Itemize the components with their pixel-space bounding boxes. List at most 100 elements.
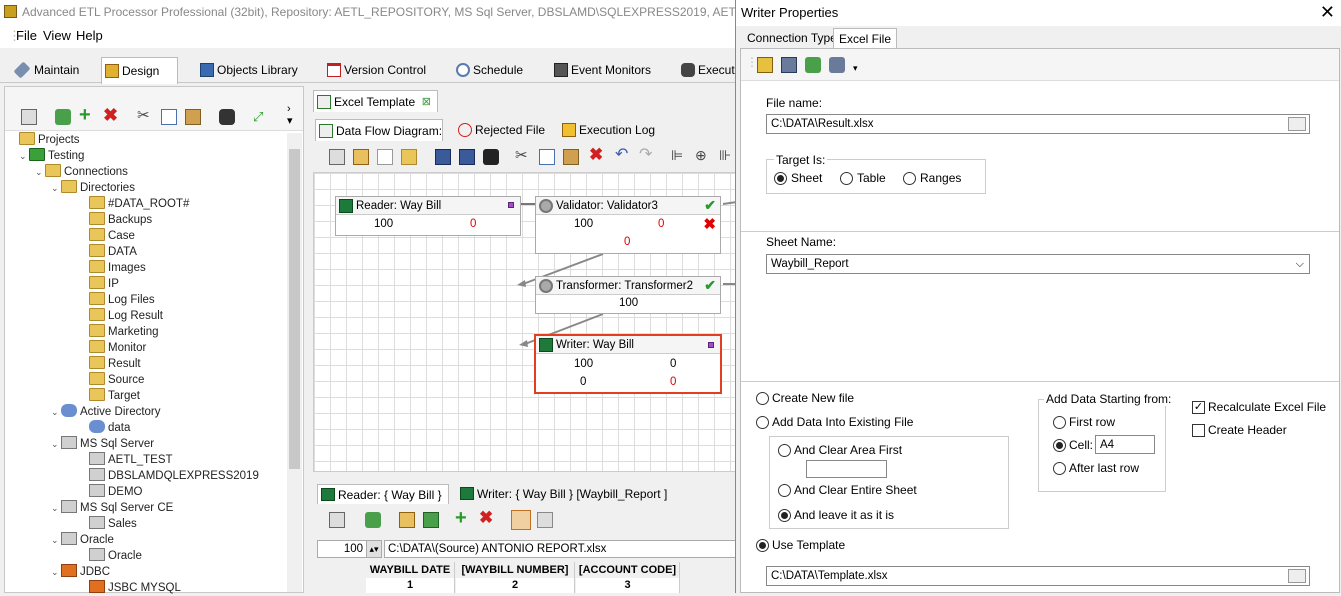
subtab-rejected-file[interactable]: Rejected File	[455, 119, 545, 141]
clear-area-field[interactable]	[806, 460, 887, 478]
browse-icon[interactable]	[1288, 117, 1306, 131]
undo-icon[interactable]: ↶	[615, 147, 631, 163]
close-tab-icon[interactable]: ⊠	[422, 91, 431, 113]
expand-toggle-icon[interactable]: ⌄	[51, 404, 61, 420]
refresh-icon[interactable]	[805, 57, 821, 73]
tab-version-control[interactable]: Version Control	[324, 57, 426, 84]
record-count-spinner[interactable]: ▴▾	[366, 540, 382, 558]
valid-output-icon[interactable]: ✔	[704, 197, 716, 214]
wizard-icon[interactable]	[757, 57, 773, 73]
open-icon[interactable]	[401, 149, 417, 165]
transformer-node[interactable]: Transformer: Transformer2 ✔ 100	[535, 276, 721, 314]
tree-item[interactable]: Backups	[79, 212, 152, 228]
clear-entire-sheet-radio[interactable]	[778, 484, 791, 497]
tab-execution[interactable]: Executi	[678, 57, 737, 84]
connection-icon[interactable]	[781, 57, 797, 73]
record-count-field[interactable]: 100	[317, 540, 367, 558]
tree-item[interactable]: DEMO	[79, 484, 143, 500]
paste-icon[interactable]	[185, 109, 201, 125]
edit-icon[interactable]	[399, 512, 415, 528]
tree-item[interactable]: Monitor	[79, 340, 146, 356]
toolbar-dropdown-icon[interactable]: ▾	[853, 63, 858, 74]
tree-item[interactable]: Images	[79, 260, 146, 276]
tab-reader-preview[interactable]: Reader: { Way Bill }	[317, 484, 450, 504]
copy-icon[interactable]	[539, 149, 555, 165]
tab-schedule[interactable]: Schedule	[453, 57, 523, 84]
properties-icon[interactable]	[329, 512, 345, 528]
tree-item[interactable]: Result	[79, 356, 141, 372]
align-center-icon[interactable]: ⊕	[695, 147, 711, 163]
use-template-radio[interactable]	[756, 539, 769, 552]
map-icon[interactable]	[423, 512, 439, 528]
tree-item[interactable]: AETL_TEST	[79, 452, 173, 468]
grid-view-icon[interactable]	[511, 510, 531, 530]
reader-output-port[interactable]	[508, 202, 514, 208]
tree-item[interactable]: Projects	[9, 132, 80, 148]
save-all-icon[interactable]	[459, 149, 475, 165]
expand-toggle-icon[interactable]: ⌄	[19, 148, 29, 164]
recalculate-checkbox[interactable]: ✓	[1192, 401, 1205, 414]
tree-item[interactable]: Source	[79, 372, 144, 388]
tab-objects-library[interactable]: Objects Library	[197, 57, 298, 84]
tree-item[interactable]: IP	[79, 276, 119, 292]
template-path-field[interactable]: C:\DATA\Template.xlsx	[766, 566, 1310, 586]
tree-item[interactable]: Target	[79, 388, 140, 404]
tree-item[interactable]: DBSLAMDQLEXPRESS2019	[79, 468, 259, 484]
tree-item[interactable]: ⌄ Directories	[51, 180, 135, 196]
after-last-row-radio[interactable]	[1053, 462, 1066, 475]
tab-excel-file[interactable]: Excel File	[833, 28, 898, 48]
invalid-output-icon[interactable]: ✖	[703, 215, 716, 233]
tab-writer-preview[interactable]: Writer: { Way Bill } [Waybill_Report ]	[457, 484, 667, 504]
expand-toggle-icon[interactable]: ⌄	[51, 180, 61, 196]
add-icon[interactable]: +	[455, 508, 471, 528]
align-right-icon[interactable]: ⊪	[719, 147, 735, 163]
column-header[interactable]: [WAYBILL NUMBER]	[456, 562, 575, 578]
tab-connection-type[interactable]: Connection Type	[742, 28, 842, 48]
target-sheet-radio[interactable]	[774, 172, 787, 185]
delete-icon[interactable]: ✖	[479, 509, 495, 526]
doc-tab-excel-template[interactable]: Excel Template ⊠	[313, 90, 438, 112]
expand-toggle-icon[interactable]: ⌄	[51, 532, 61, 548]
cut-icon[interactable]: ✂	[515, 148, 531, 164]
cut-icon[interactable]: ✂	[137, 108, 153, 124]
leave-as-is-radio[interactable]	[778, 509, 791, 522]
tree-item[interactable]: Oracle	[79, 548, 142, 564]
tab-event-monitors[interactable]: Event Monitors	[551, 57, 651, 84]
tree-item[interactable]: Log Result	[79, 308, 163, 324]
tree-item[interactable]: ⌄ JDBC	[51, 564, 110, 580]
toolbar-overflow-icon[interactable]: › ▾	[287, 103, 303, 127]
tree-item[interactable]: Marketing	[79, 324, 159, 340]
transformer-output-icon[interactable]: ✔	[704, 277, 716, 294]
create-header-checkbox[interactable]	[1192, 424, 1205, 437]
tree-item[interactable]: Sales	[79, 516, 137, 532]
tree-item[interactable]: ⌄ MS Sql Server	[51, 436, 154, 452]
menu-file[interactable]: File	[16, 28, 37, 43]
refresh-icon[interactable]	[365, 512, 381, 528]
tab-maintain[interactable]: Maintain	[13, 57, 79, 84]
file-name-field[interactable]: C:\DATA\Result.xlsx	[766, 114, 1310, 134]
redo-icon[interactable]: ↷	[639, 147, 655, 163]
tree-item[interactable]: ⌄ Oracle	[51, 532, 114, 548]
expand-toggle-icon[interactable]: ⌄	[51, 436, 61, 452]
column-header[interactable]: WAYBILL DATE	[366, 562, 455, 578]
cell-input[interactable]: A4	[1095, 435, 1155, 454]
tree-item[interactable]: Log Files	[79, 292, 155, 308]
target-ranges-radio[interactable]	[903, 172, 916, 185]
tree-scrollbar-thumb[interactable]	[289, 149, 300, 469]
writer-port[interactable]	[708, 342, 714, 348]
first-row-radio[interactable]	[1053, 416, 1066, 429]
column-header[interactable]: [ACCOUNT CODE]	[576, 562, 680, 578]
tree-item[interactable]: DATA	[79, 244, 137, 260]
delete-icon[interactable]: ✖	[103, 106, 119, 124]
refresh-icon[interactable]	[55, 109, 71, 125]
add-data-existing-radio[interactable]	[756, 416, 769, 429]
tools-icon[interactable]	[829, 57, 845, 73]
tree-item[interactable]: ⌄ Testing	[19, 148, 84, 164]
close-icon[interactable]: ✕	[1320, 2, 1335, 22]
expand-toggle-icon[interactable]: ⌄	[35, 164, 45, 180]
add-icon[interactable]: +	[79, 105, 95, 125]
expand-toggle-icon[interactable]: ⌄	[51, 500, 61, 516]
menu-view[interactable]: View	[43, 28, 71, 43]
validator-node[interactable]: Validator: Validator3 ✔ ✖ 100 0 0	[535, 196, 721, 254]
align-left-icon[interactable]: ⊫	[671, 147, 687, 163]
